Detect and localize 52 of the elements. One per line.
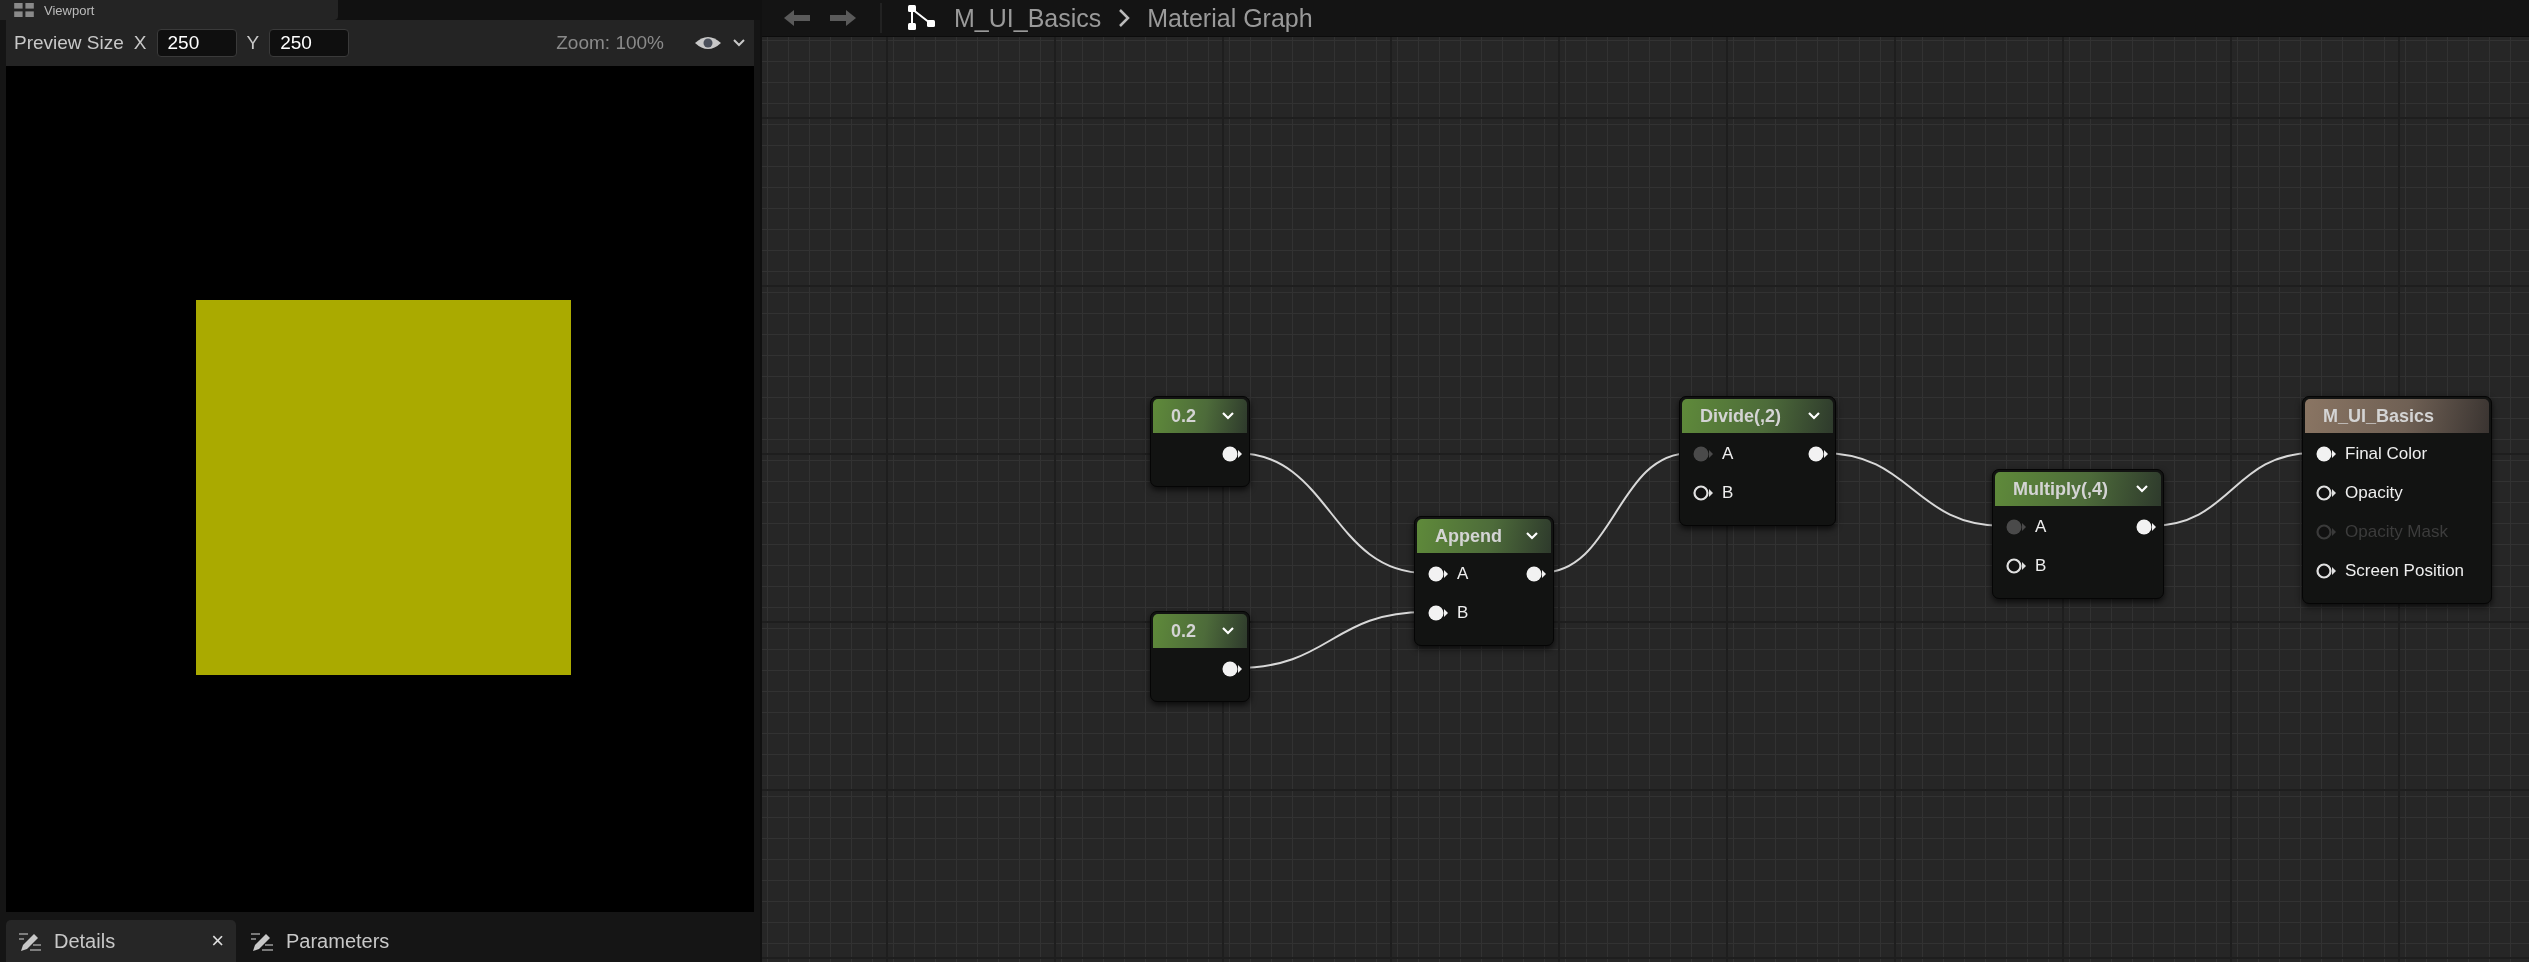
input-pin[interactable] (1692, 484, 1714, 502)
node-title: M_UI_Basics (2323, 405, 2436, 427)
pin-label: Opacity (2345, 483, 2403, 503)
pencil-icon (18, 930, 42, 952)
zoom-label: Zoom: 100% (556, 32, 664, 54)
pin-label: B (2035, 556, 2047, 576)
pin-label: A (1457, 564, 1469, 584)
pin-label: B (1722, 483, 1734, 503)
panel-tab[interactable]: Parameters (238, 920, 468, 962)
back-arrow-icon[interactable] (782, 8, 812, 28)
close-button[interactable]: × (211, 928, 224, 954)
caret-icon[interactable] (732, 38, 746, 48)
input-pin[interactable] (2315, 445, 2337, 463)
eye-icon[interactable] (694, 35, 722, 51)
input-pin[interactable] (1427, 604, 1449, 622)
pin-label: Screen Position (2345, 561, 2465, 581)
panel-tab[interactable]: Details × (6, 920, 236, 962)
x-field[interactable]: 250 (156, 29, 237, 57)
pin-label: Final Color (2345, 444, 2428, 464)
input-pin[interactable] (2315, 562, 2337, 580)
graph-node[interactable]: Append A B (1414, 516, 1554, 646)
output-pin[interactable] (2135, 518, 2157, 536)
output-pin[interactable] (1525, 565, 1547, 583)
input-pin[interactable] (2005, 518, 2027, 536)
y-field[interactable]: 250 (269, 29, 350, 57)
input-pin[interactable] (1427, 565, 1449, 583)
chevron-icon (1117, 8, 1132, 28)
node-title: Divide(,2) (1700, 405, 1783, 427)
breadcrumb-link[interactable]: Material Graph (1147, 3, 1313, 33)
x-label: X (133, 32, 147, 54)
pin-label: A (2035, 517, 2047, 537)
breadcrumb-link[interactable]: M_UI_Basics (954, 3, 1102, 33)
input-pin[interactable] (2315, 484, 2337, 502)
output-pin[interactable] (1221, 660, 1243, 678)
preview-size-label: Preview Size (14, 32, 124, 54)
y-label: Y (246, 32, 260, 54)
viewport-tab[interactable]: Viewport (0, 0, 338, 20)
graph-node[interactable]: Divide(,2) A B (1679, 396, 1836, 526)
output-pin[interactable] (1221, 445, 1243, 463)
output-pin[interactable] (1807, 445, 1829, 463)
pencil-icon (250, 930, 274, 952)
node-title: 0.2 (1171, 405, 1198, 427)
pin-label: A (1722, 444, 1734, 464)
node-title: Multiply(,4) (2013, 478, 2109, 500)
pin-label: B (1457, 603, 1469, 623)
grid-icon (14, 3, 34, 17)
graph-node[interactable]: Multiply(,4) A B (1992, 469, 2164, 599)
node-title: 0.2 (1171, 620, 1198, 642)
forward-arrow-icon[interactable] (828, 8, 858, 28)
input-pin[interactable] (2005, 557, 2027, 575)
node-title: Append (1435, 525, 1503, 547)
input-pin[interactable] (1692, 445, 1714, 463)
